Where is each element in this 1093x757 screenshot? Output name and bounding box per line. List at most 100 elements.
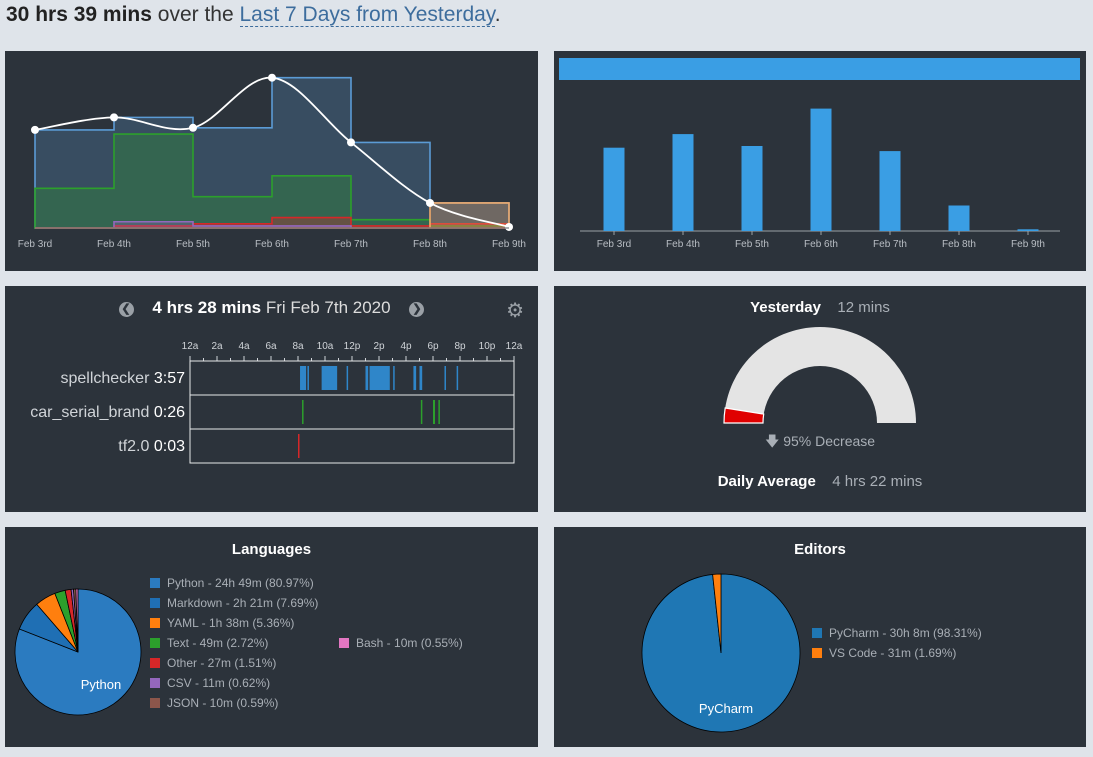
- bar: [672, 134, 694, 231]
- x-tick-label: Feb 5th: [176, 239, 210, 250]
- summary-over-text: over the: [157, 3, 234, 26]
- activity-area-svg: Feb 3rd Feb 4th Feb 5th Feb 6th Feb 7th Feb 8…: [18, 73, 526, 250]
- hour-label: 6p: [427, 341, 439, 352]
- x-tick-label: Feb 3rd: [597, 239, 631, 250]
- hour-label: 4p: [400, 341, 412, 352]
- hour-label: 10a: [317, 341, 334, 352]
- legend-swatch: [812, 628, 822, 638]
- editors-panel: Editors PyCharm PyCharm - 30h 8m (98.31%…: [554, 527, 1086, 747]
- total-point: [268, 73, 276, 82]
- legend-item-markdown[interactable]: Markdown - 2h 21m (7.69%): [150, 593, 318, 613]
- legend-label: JSON - 10m (0.59%): [167, 696, 279, 710]
- editors-legend: PyCharm - 30h 8m (98.31%) VS Code - 31m …: [812, 623, 982, 663]
- activity-span: [365, 366, 369, 390]
- hour-label: 4a: [238, 341, 250, 352]
- hour-label: 10p: [479, 341, 496, 352]
- legend-item-pycharm[interactable]: PyCharm - 30h 8m (98.31%): [812, 623, 982, 643]
- timeline-row: [189, 428, 515, 464]
- timeline-row: [189, 394, 515, 430]
- activity-span: [438, 400, 440, 424]
- legend-label: Bash - 10m (0.55%): [356, 636, 463, 650]
- arrow-down-icon: 🡇: [764, 433, 780, 449]
- daily-totals-chart: Feb 3rd Feb 4th Feb 5th Feb 6th Feb 7th Feb 8…: [554, 51, 1086, 271]
- daily-average-row: Daily Average 4 hrs 22 mins: [554, 473, 1086, 491]
- hour-label: 6a: [265, 341, 277, 352]
- hour-label: 2a: [211, 341, 223, 352]
- languages-panel: Languages Python Python - 24h 49m (80.97…: [5, 527, 538, 747]
- daily-average-value: 4 hrs 22 mins: [832, 473, 923, 490]
- hour-label: 12a: [506, 341, 523, 352]
- x-tick-label: Feb 4th: [97, 239, 131, 250]
- hour-label: 12a: [182, 341, 199, 352]
- languages-legend: Python - 24h 49m (80.97%) Markdown - 2h …: [150, 573, 318, 713]
- x-tick-label: Feb 9th: [1011, 239, 1045, 250]
- legend-swatch: [150, 618, 160, 628]
- activity-span: [298, 434, 300, 458]
- activity-span: [456, 366, 459, 390]
- legend-item-csv[interactable]: CSV - 11m (0.62%): [150, 673, 318, 693]
- timeline-row: [189, 360, 515, 396]
- x-tick-label: Feb 8th: [413, 239, 447, 250]
- summary-heading: 30 hrs 39 mins over the Last 7 Days from…: [6, 3, 501, 27]
- activity-span: [420, 400, 423, 424]
- day-timeline-panel: ❮ 4 hrs 28 mins Fri Feb 7th 2020 ❯ ⚙ spe…: [5, 286, 538, 512]
- daily-average-label: Daily Average: [717, 473, 816, 490]
- activity-span: [444, 366, 446, 390]
- bar: [810, 108, 832, 231]
- x-tick-label: Feb 3rd: [18, 239, 52, 250]
- legend-label: VS Code - 31m (1.69%): [829, 646, 957, 660]
- bar: [741, 146, 763, 231]
- total-point: [110, 113, 118, 122]
- legend-swatch: [150, 678, 160, 688]
- pie-center-label: PyCharm: [699, 701, 753, 716]
- legend-swatch: [150, 598, 160, 608]
- bar: [879, 151, 901, 231]
- total-point: [189, 123, 197, 132]
- total-time: 30 hrs 39 mins: [6, 3, 152, 26]
- change-text: 95% Decrease: [783, 433, 876, 449]
- legend-swatch: [339, 638, 349, 648]
- bar: [1017, 229, 1039, 231]
- legend-label: Markdown - 2h 21m (7.69%): [167, 596, 319, 610]
- activity-span: [302, 400, 304, 424]
- legend-item-text[interactable]: Text - 49m (2.72%): [150, 633, 318, 653]
- hour-label: 2p: [373, 341, 385, 352]
- activity-span: [413, 366, 417, 390]
- legend-item-vscode[interactable]: VS Code - 31m (1.69%): [812, 643, 982, 663]
- legend-swatch: [150, 638, 160, 648]
- activity-span: [393, 366, 395, 390]
- bar-chart-header: [559, 58, 1080, 80]
- pie-center-label: Python: [81, 677, 121, 692]
- hour-label: 12p: [344, 341, 361, 352]
- legend-item-other[interactable]: Other - 27m (1.51%): [150, 653, 318, 673]
- activity-span: [369, 366, 390, 390]
- legend-item-json[interactable]: JSON - 10m (0.59%): [150, 693, 318, 713]
- daily-bars-svg: Feb 3rd Feb 4th Feb 5th Feb 6th Feb 7th Feb 8…: [559, 58, 1080, 250]
- legend-label: YAML - 1h 38m (5.36%): [167, 616, 295, 630]
- total-point: [347, 138, 355, 147]
- yesterday-gauge-panel: Yesterday 12 mins 🡇 95% Decrease Daily A…: [554, 286, 1086, 512]
- activity-span: [433, 400, 436, 424]
- legend-item-yaml[interactable]: YAML - 1h 38m (5.36%): [150, 613, 318, 633]
- summary-period: .: [494, 3, 501, 26]
- change-row: 🡇 95% Decrease: [554, 431, 1086, 455]
- legend-swatch: [150, 698, 160, 708]
- legend-label: Python - 24h 49m (80.97%): [167, 576, 314, 590]
- legend-item-bash[interactable]: Bash - 10m (0.55%): [339, 633, 463, 653]
- bar: [603, 147, 625, 231]
- x-tick-label: Feb 7th: [873, 239, 907, 250]
- hour-label: 8a: [292, 341, 304, 352]
- hour-label: 8p: [454, 341, 466, 352]
- x-tick-label: Feb 8th: [942, 239, 976, 250]
- total-point: [505, 222, 513, 231]
- legend-label: Other - 27m (1.51%): [167, 656, 277, 670]
- x-tick-label: Feb 7th: [334, 239, 368, 250]
- x-tick-label: Feb 5th: [735, 239, 769, 250]
- timeline-svg: 12a 2a 4a 6a 8a 10a 12p 2p 4p 6p 8p 10p 12a: [182, 341, 523, 464]
- legend-swatch: [150, 658, 160, 668]
- date-range-dropdown[interactable]: Last 7 Days from Yesterday: [239, 3, 495, 27]
- legend-item-python[interactable]: Python - 24h 49m (80.97%): [150, 573, 318, 593]
- legend-label: CSV - 11m (0.62%): [167, 676, 271, 690]
- legend-label: Text - 49m (2.72%): [167, 636, 269, 650]
- x-tick-label: Feb 6th: [804, 239, 838, 250]
